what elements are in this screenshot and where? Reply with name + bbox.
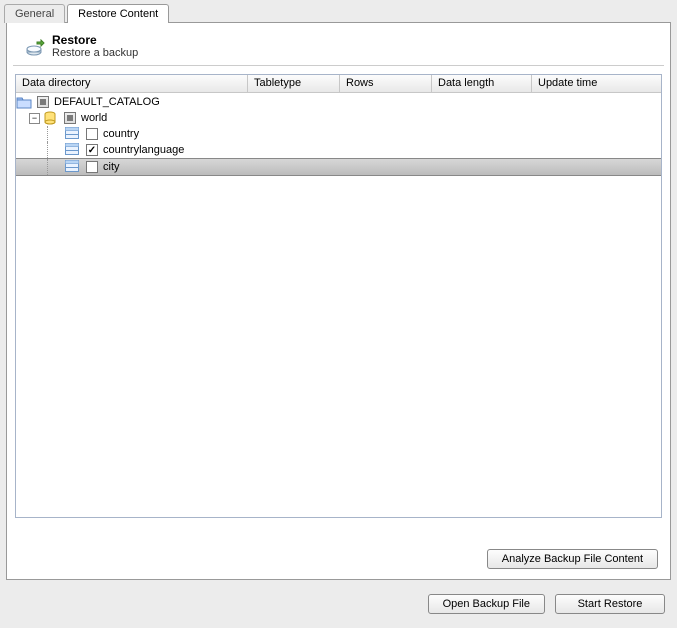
table-icon <box>65 143 81 157</box>
label-catalog: DEFAULT_CATALOG <box>52 96 160 108</box>
tree-row-table[interactable]: country <box>16 126 661 142</box>
col-data-directory[interactable]: Data directory <box>16 75 248 92</box>
col-update-time[interactable]: Update time <box>532 75 661 92</box>
checkbox-table-countrylanguage[interactable] <box>86 144 98 156</box>
table-icon <box>65 127 81 141</box>
tree-row-table[interactable]: city <box>16 158 661 176</box>
open-backup-button[interactable]: Open Backup File <box>428 594 545 614</box>
analyze-button[interactable]: Analyze Backup File Content <box>487 549 658 569</box>
col-tabletype[interactable]: Tabletype <box>248 75 340 92</box>
page-subtitle: Restore a backup <box>52 47 138 59</box>
column-headers: Data directory Tabletype Rows Data lengt… <box>16 75 661 93</box>
restore-icon <box>25 39 41 53</box>
col-data-length[interactable]: Data length <box>432 75 532 92</box>
tab-restore-content[interactable]: Restore Content <box>67 4 169 23</box>
tab-general[interactable]: General <box>4 4 65 23</box>
tree-list: Data directory Tabletype Rows Data lengt… <box>15 74 662 518</box>
database-icon <box>43 111 59 125</box>
checkbox-table-city[interactable] <box>86 161 98 173</box>
restore-panel: Restore Restore a backup Data directory … <box>6 22 671 580</box>
checkbox-table-country[interactable] <box>86 128 98 140</box>
page-title: Restore <box>52 33 138 47</box>
folder-icon <box>16 95 32 109</box>
label-schema: world <box>79 112 107 124</box>
start-restore-button[interactable]: Start Restore <box>555 594 665 614</box>
label-table-country: country <box>101 128 139 140</box>
tree-row-catalog[interactable]: DEFAULT_CATALOG <box>16 94 661 110</box>
expander-schema[interactable] <box>29 113 40 124</box>
table-icon <box>65 160 81 174</box>
col-rows[interactable]: Rows <box>340 75 432 92</box>
label-table-city: city <box>101 161 120 173</box>
tree-row-schema[interactable]: world <box>16 110 661 126</box>
checkbox-schema[interactable] <box>64 112 76 124</box>
tree-row-table[interactable]: countrylanguage <box>16 142 661 158</box>
checkbox-catalog[interactable] <box>37 96 49 108</box>
label-table-countrylanguage: countrylanguage <box>101 144 184 156</box>
